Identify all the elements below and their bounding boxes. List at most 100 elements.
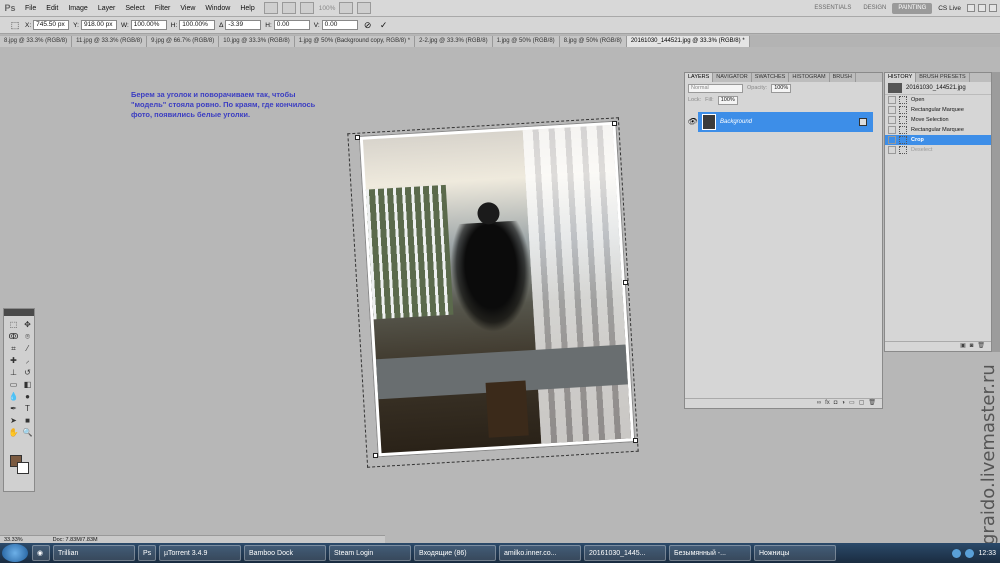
- crop-tool-icon[interactable]: ⌗: [7, 343, 20, 354]
- path-select-tool-icon[interactable]: ➤: [7, 415, 20, 426]
- arrange-documents-button[interactable]: [339, 2, 354, 14]
- dodge-tool-icon[interactable]: ●: [21, 391, 34, 402]
- fill-field[interactable]: 100%: [717, 95, 738, 105]
- menu-file[interactable]: File: [20, 0, 41, 17]
- menu-edit[interactable]: Edit: [41, 0, 63, 17]
- minimize-icon[interactable]: [967, 4, 975, 12]
- taskbar-photoshop-icon[interactable]: Ps: [138, 545, 156, 561]
- transform-handle[interactable]: [633, 438, 638, 443]
- history-item[interactable]: Open: [885, 95, 991, 105]
- menu-help[interactable]: Help: [235, 0, 259, 17]
- taskbar-item[interactable]: Bamboo Dock: [244, 545, 326, 561]
- blend-mode-select[interactable]: Normal: [688, 83, 743, 93]
- tab-document[interactable]: 10.jpg @ 33.3% (RGB/8): [219, 36, 295, 47]
- tab-document[interactable]: 8.jpg @ 33.3% (RGB/8): [0, 36, 73, 47]
- layer-background[interactable]: 👁 Background: [686, 112, 873, 132]
- taskbar-item[interactable]: Ножницы: [754, 545, 836, 561]
- width-field[interactable]: 100.00%: [130, 20, 167, 30]
- transform-handle[interactable]: [373, 453, 378, 458]
- gradient-tool-icon[interactable]: ◧: [21, 379, 34, 390]
- menu-window[interactable]: Window: [200, 0, 235, 17]
- x-field[interactable]: 745.50 px: [33, 20, 70, 30]
- doc-size[interactable]: Doc: 7.83M/7.83M: [53, 537, 98, 543]
- menu-layer[interactable]: Layer: [93, 0, 121, 17]
- pen-tool-icon[interactable]: ✒: [7, 403, 20, 414]
- vskew-field[interactable]: 0.00: [321, 20, 358, 30]
- type-tool-icon[interactable]: T: [21, 403, 34, 414]
- history-snapshot[interactable]: 20161030_144521.jpg: [885, 82, 991, 95]
- tab-document[interactable]: 9.jpg @ 66.7% (RGB/8): [147, 36, 220, 47]
- transform-handle[interactable]: [355, 135, 360, 140]
- history-item[interactable]: Rectangular Marquee: [885, 105, 991, 115]
- cs-live-button[interactable]: CS Live: [938, 5, 961, 12]
- menu-filter[interactable]: Filter: [150, 0, 176, 17]
- tab-document-active[interactable]: 20161030_144521.jpg @ 33.3% (RGB/8) *: [626, 36, 750, 47]
- menu-view[interactable]: View: [175, 0, 200, 17]
- eraser-tool-icon[interactable]: ▭: [7, 379, 20, 390]
- taskbar-item[interactable]: Безымянный -...: [669, 545, 751, 561]
- history-source-box[interactable]: [888, 116, 896, 124]
- angle-field[interactable]: -3.39: [225, 20, 262, 30]
- height-field[interactable]: 100.00%: [179, 20, 216, 30]
- menu-image[interactable]: Image: [63, 0, 92, 17]
- tab-swatches[interactable]: SWATCHES: [752, 73, 790, 82]
- healing-tool-icon[interactable]: ✚: [7, 355, 20, 366]
- taskbar-item[interactable]: 20161030_1445...: [584, 545, 666, 561]
- tray-icon[interactable]: [952, 548, 962, 558]
- tab-brush-presets[interactable]: BRUSH PRESETS: [916, 73, 970, 82]
- tools-panel-header[interactable]: [4, 309, 34, 316]
- mini-bridge-button[interactable]: [281, 2, 296, 14]
- workspace-design[interactable]: DESIGN: [857, 3, 892, 14]
- history-item[interactable]: Move Selection: [885, 115, 991, 125]
- collapsed-panel-dock[interactable]: [992, 72, 1000, 352]
- tab-brush[interactable]: BRUSH: [830, 73, 856, 82]
- delete-layer-icon[interactable]: 🗑: [868, 399, 876, 408]
- opacity-field[interactable]: 100%: [771, 83, 792, 93]
- close-icon[interactable]: [989, 4, 997, 12]
- layer-mask-icon[interactable]: ◘: [834, 399, 838, 408]
- stamp-tool-icon[interactable]: ⊥: [7, 367, 20, 378]
- tab-document[interactable]: 1.jpg @ 50% (RGB/8): [492, 36, 560, 47]
- commit-transform-icon[interactable]: ✓: [378, 20, 390, 30]
- zoom-level[interactable]: 100%: [319, 5, 336, 12]
- view-extras-button[interactable]: [299, 2, 314, 14]
- move-tool-icon[interactable]: ✥: [21, 319, 34, 330]
- new-layer-icon[interactable]: ▢: [859, 399, 865, 408]
- tab-layers[interactable]: LAYERS: [685, 73, 714, 82]
- blur-tool-icon[interactable]: 💧: [7, 391, 20, 402]
- taskbar-item[interactable]: Входящие (86): [414, 545, 496, 561]
- history-item[interactable]: Rectangular Marquee: [885, 125, 991, 135]
- quick-select-tool-icon[interactable]: ⌾: [21, 331, 34, 342]
- workspace-essentials[interactable]: ESSENTIALS: [808, 3, 857, 14]
- transform-handle[interactable]: [612, 121, 617, 126]
- y-field[interactable]: 918.00 px: [80, 20, 117, 30]
- launch-bridge-button[interactable]: [263, 2, 278, 14]
- shape-tool-icon[interactable]: ■: [21, 415, 34, 426]
- clock[interactable]: 12:33: [978, 550, 996, 557]
- tab-document[interactable]: 2-2.jpg @ 33.3% (RGB/8): [415, 36, 493, 47]
- screen-mode-button[interactable]: [357, 2, 372, 14]
- taskbar-item[interactable]: Steam Login: [329, 545, 411, 561]
- transform-handle[interactable]: [623, 280, 628, 285]
- tab-history[interactable]: HISTORY: [885, 73, 917, 82]
- document-canvas[interactable]: [358, 120, 636, 458]
- workspace-painting[interactable]: PAINTING: [892, 2, 933, 14]
- restore-icon[interactable]: [978, 4, 986, 12]
- marquee-tool-icon[interactable]: ⬚: [7, 319, 20, 330]
- link-layers-icon[interactable]: ∞: [817, 399, 821, 408]
- hand-tool-icon[interactable]: ✋: [7, 427, 20, 438]
- taskbar-item[interactable]: µTorrent 3.4.9: [159, 545, 241, 561]
- background-color-swatch[interactable]: [17, 462, 29, 474]
- delete-state-icon[interactable]: 🗑: [977, 342, 985, 351]
- taskbar-item[interactable]: amilko.inner.co...: [499, 545, 581, 561]
- tab-navigator[interactable]: NAVIGATOR: [713, 73, 752, 82]
- zoom-tool-icon[interactable]: 🔍: [21, 427, 34, 438]
- history-item[interactable]: Deselect: [885, 145, 991, 155]
- eyedropper-tool-icon[interactable]: ⁄: [21, 343, 34, 354]
- taskbar-ie-icon[interactable]: ◉: [32, 545, 50, 561]
- new-snapshot-icon[interactable]: ◙: [970, 342, 974, 351]
- history-item-current[interactable]: Crop: [885, 135, 991, 145]
- taskbar-item[interactable]: Trillian: [53, 545, 135, 561]
- history-source-box[interactable]: [888, 106, 896, 114]
- menu-select[interactable]: Select: [120, 0, 149, 17]
